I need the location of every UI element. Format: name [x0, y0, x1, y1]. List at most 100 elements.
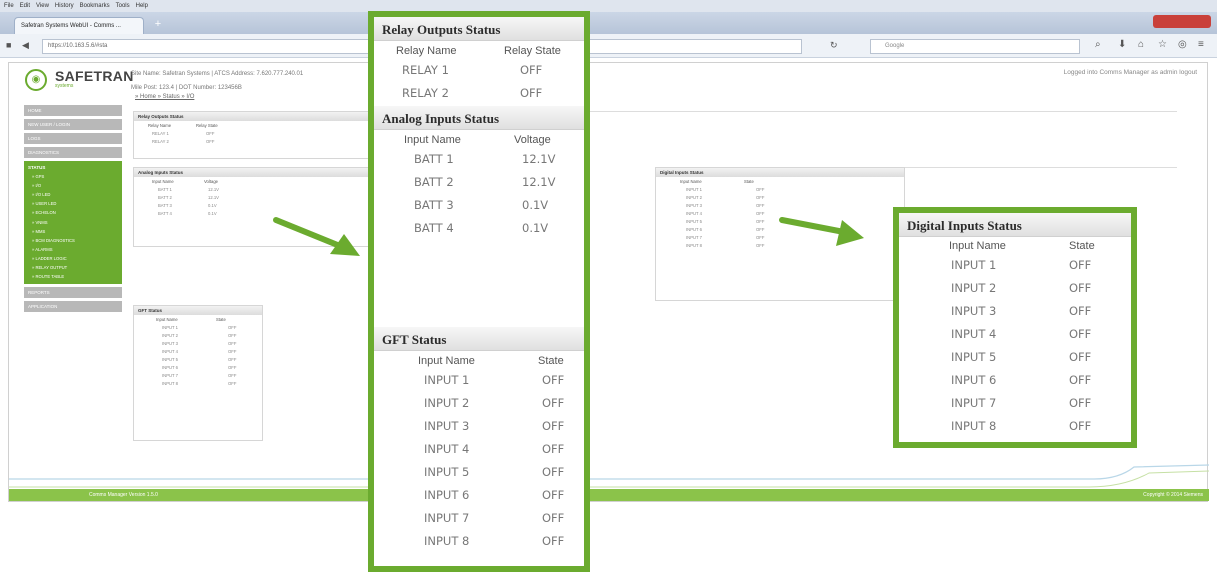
sidebar-item-diagnostics[interactable]: DIAGNOSTICS — [24, 147, 122, 158]
menu-tools[interactable]: Tools — [116, 3, 130, 9]
gft-status-title: GFT Status — [374, 327, 584, 351]
input-name: INPUT 6 — [424, 487, 470, 502]
new-tab-icon[interactable]: + — [150, 18, 166, 32]
voltage: 0.1V — [208, 210, 217, 216]
sidebar-subitem[interactable]: » I/O LED — [24, 190, 122, 199]
input-name: INPUT 1 — [686, 186, 702, 192]
input-name: INPUT 3 — [424, 418, 470, 433]
panel-title: GFT Status — [134, 306, 262, 315]
sidebar-subitem[interactable]: » BCM DIAGNOSTICS — [24, 236, 122, 245]
home-icon[interactable]: ⌂ — [1138, 39, 1144, 50]
sidebar-item-logs[interactable]: LOGS — [24, 133, 122, 144]
hamburger-menu-icon[interactable]: ≡ — [1198, 39, 1204, 50]
breadcrumb[interactable]: » Home » Status » I/O — [135, 94, 194, 100]
sidebar-subitem[interactable]: » VNMS — [24, 217, 122, 226]
relay-name: RELAY 2 — [152, 138, 169, 144]
sidebar-subitem[interactable]: » I/O — [24, 181, 122, 190]
input-name: INPUT 3 — [686, 202, 702, 208]
table-row: INPUT 2 OFF — [374, 391, 584, 414]
sidebar-subitem[interactable]: » ROUTE TABLE — [24, 272, 122, 281]
download-icon[interactable]: ⬇ — [1118, 39, 1126, 50]
sidebar-subitem[interactable]: » GPS — [24, 172, 122, 181]
sidebar-item-new-user[interactable]: NEW USER / LOGIN — [24, 119, 122, 130]
input-name: BATT 3 — [414, 197, 454, 212]
mile-post-info: Mile Post: 123.4 | DOT Number: 123456B — [131, 85, 242, 91]
table-row: INPUT 6 OFF — [899, 368, 1131, 391]
input-name: INPUT 2 — [162, 332, 178, 338]
table-header: Input Name State — [374, 353, 584, 368]
menu-edit[interactable]: Edit — [20, 3, 30, 9]
input-name: INPUT 5 — [162, 356, 178, 362]
table-row: INPUT 5 OFF — [899, 345, 1131, 368]
input-name: BATT 4 — [414, 220, 454, 235]
table-row: RELAY 1 OFF — [134, 129, 372, 137]
input-name: INPUT 8 — [424, 533, 470, 548]
table-header: Relay Name Relay State — [134, 121, 372, 129]
sidebar-subitem[interactable]: » LADDER LOGIC — [24, 254, 122, 263]
input-name: BATT 3 — [158, 202, 172, 208]
input-state: OFF — [1069, 395, 1092, 410]
relay-name: RELAY 1 — [152, 130, 169, 136]
sidebar: HOME NEW USER / LOGIN LOGS DIAGNOSTICS S… — [24, 105, 122, 315]
browser-menubar: File Edit View History Bookmarks Tools H… — [0, 0, 1217, 12]
column-header: State — [216, 316, 226, 322]
input-name: INPUT 8 — [162, 380, 178, 386]
table-row: INPUT 4 OFF — [374, 437, 584, 460]
voltage: 12.1V — [208, 186, 219, 192]
input-name: INPUT 7 — [951, 395, 997, 410]
input-name: INPUT 8 — [951, 418, 997, 433]
column-header: Voltage — [514, 133, 551, 146]
column-header: Relay Name — [396, 44, 457, 57]
sidebar-subitem[interactable]: » ALARMS — [24, 245, 122, 254]
panel-title: Relay Outputs Status — [134, 112, 372, 121]
panel-title: Analog Inputs Status — [134, 168, 372, 177]
table-header: Relay Name Relay State — [374, 43, 584, 58]
table-row: INPUT 1 OFF — [374, 368, 584, 391]
browser-tab[interactable]: Safetran Systems WebUI - Comms ... — [14, 17, 144, 34]
sidebar-item-application[interactable]: APPLICATION — [24, 301, 122, 313]
window-controls[interactable] — [1153, 15, 1211, 28]
input-state: OFF — [756, 226, 765, 232]
panel-title: Digital Inputs Status — [656, 168, 904, 177]
sidebar-item-status[interactable]: STATUS — [24, 163, 122, 172]
digital-inputs-title: Digital Inputs Status — [899, 213, 1131, 237]
voltage: 0.1V — [208, 202, 217, 208]
sidebar-subitem[interactable]: » ECHELON — [24, 208, 122, 217]
search-icon[interactable]: ⌕ — [1095, 39, 1101, 50]
voltage: 12.1V — [522, 174, 556, 189]
input-name: INPUT 2 — [424, 395, 470, 410]
sidebar-subitem[interactable]: » USER LED — [24, 199, 122, 208]
sidebar-item-reports[interactable]: REPORTS — [24, 287, 122, 299]
input-state: OFF — [228, 332, 237, 338]
extension-icon[interactable]: ◎ — [1178, 39, 1187, 50]
input-state: OFF — [542, 372, 565, 387]
table-row: INPUT 6 OFF — [374, 483, 584, 506]
voltage: 12.1V — [208, 194, 219, 200]
reload-icon[interactable]: ↻ — [830, 40, 838, 51]
table-row: BATT 1 12.1V — [134, 185, 372, 193]
input-name: BATT 2 — [158, 194, 172, 200]
search-input[interactable]: Google — [870, 39, 1080, 54]
menu-file[interactable]: File — [4, 3, 14, 9]
voltage: 0.1V — [522, 220, 549, 235]
relay-name: RELAY 1 — [402, 62, 449, 77]
sidebar-subitem[interactable]: » MMS — [24, 227, 122, 236]
login-status[interactable]: Logged into Comms Manager as admin logou… — [1064, 69, 1197, 76]
sidebar-subitem[interactable]: » RELAY OUTPUT — [24, 263, 122, 272]
menu-help[interactable]: Help — [136, 3, 148, 9]
table-row: INPUT 3 OFF — [656, 201, 904, 209]
back-icon[interactable]: ◀ — [22, 40, 29, 51]
input-state: OFF — [756, 210, 765, 216]
menu-view[interactable]: View — [36, 3, 49, 9]
page-icon: ■ — [6, 40, 12, 50]
menu-history[interactable]: History — [55, 3, 74, 9]
menu-bookmarks[interactable]: Bookmarks — [80, 3, 110, 9]
input-state: OFF — [228, 364, 237, 370]
sidebar-status-group: STATUS » GPS » I/O » I/O LED » USER LED … — [24, 161, 122, 285]
voltage: 12.1V — [522, 151, 556, 166]
sidebar-item-home[interactable]: HOME — [24, 105, 122, 116]
panel-divider — [905, 167, 1177, 168]
column-header: State — [1069, 239, 1095, 252]
table-header: Input Name Voltage — [134, 177, 372, 185]
bookmark-star-icon[interactable]: ☆ — [1158, 39, 1167, 50]
